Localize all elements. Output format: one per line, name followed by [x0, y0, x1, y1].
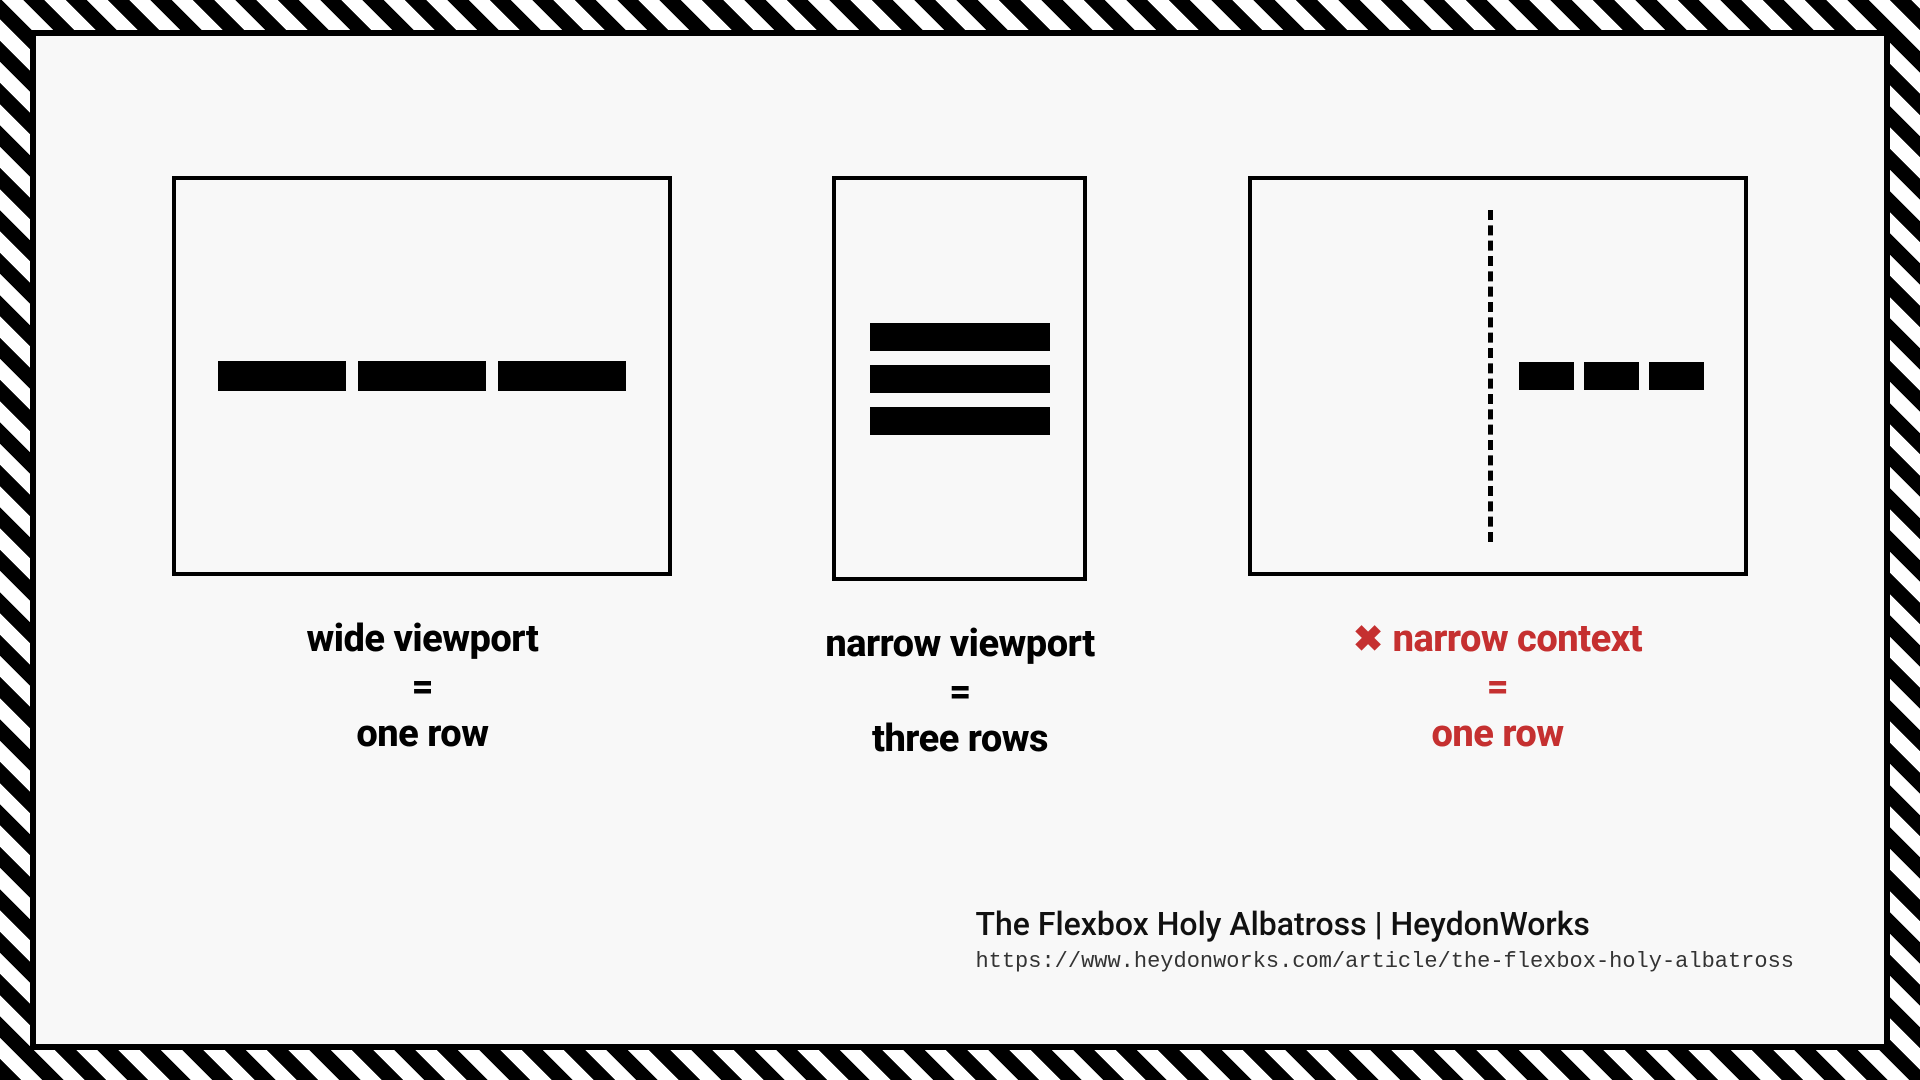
layout-block: [870, 323, 1050, 351]
caption-line3: one row: [1353, 711, 1642, 759]
layout-block: [1519, 362, 1574, 390]
panel-narrow-context: ✖narrow context = one row: [1248, 176, 1748, 764]
panel-narrow-viewport: narrow viewport = three rows: [825, 176, 1094, 764]
caption-wide: wide viewport = one row: [307, 616, 539, 759]
column-blocks: [870, 323, 1050, 435]
caption-line1-text: narrow context: [1393, 617, 1643, 661]
row-blocks: [218, 361, 626, 391]
viewport-box-wide: [172, 176, 672, 576]
caption-context: ✖narrow context = one row: [1353, 616, 1642, 759]
layout-block: [870, 365, 1050, 393]
caption-line1: wide viewport: [307, 616, 539, 664]
caption-line1: narrow viewport: [825, 621, 1094, 669]
viewport-box-narrow: [832, 176, 1087, 581]
caption-line3: three rows: [825, 716, 1094, 764]
caption-narrow: narrow viewport = three rows: [825, 621, 1094, 764]
context-divider: [1488, 210, 1493, 542]
x-icon: ✖: [1353, 617, 1383, 662]
layout-block: [358, 361, 486, 391]
caption-line1: ✖narrow context: [1353, 616, 1642, 664]
layout-block: [1584, 362, 1639, 390]
layout-block: [1649, 362, 1704, 390]
caption-line3: one row: [307, 711, 539, 759]
viewport-box-context: [1248, 176, 1748, 576]
diagram-panels: wide viewport = one row narrow viewport …: [36, 176, 1884, 764]
layout-block: [870, 407, 1050, 435]
layout-block: [498, 361, 626, 391]
slide-content: wide viewport = one row narrow viewport …: [30, 30, 1890, 1050]
context-blocks: [1519, 362, 1704, 390]
attribution-title: The Flexbox Holy Albatross | HeydonWorks: [975, 905, 1794, 943]
caption-equals: =: [307, 664, 539, 712]
caption-equals: =: [1353, 664, 1642, 712]
panel-wide-viewport: wide viewport = one row: [172, 176, 672, 764]
attribution: The Flexbox Holy Albatross | HeydonWorks…: [975, 905, 1794, 974]
slide: wide viewport = one row narrow viewport …: [0, 0, 1920, 1080]
caption-equals: =: [825, 669, 1094, 717]
attribution-url: https://www.heydonworks.com/article/the-…: [975, 949, 1794, 974]
layout-block: [218, 361, 346, 391]
